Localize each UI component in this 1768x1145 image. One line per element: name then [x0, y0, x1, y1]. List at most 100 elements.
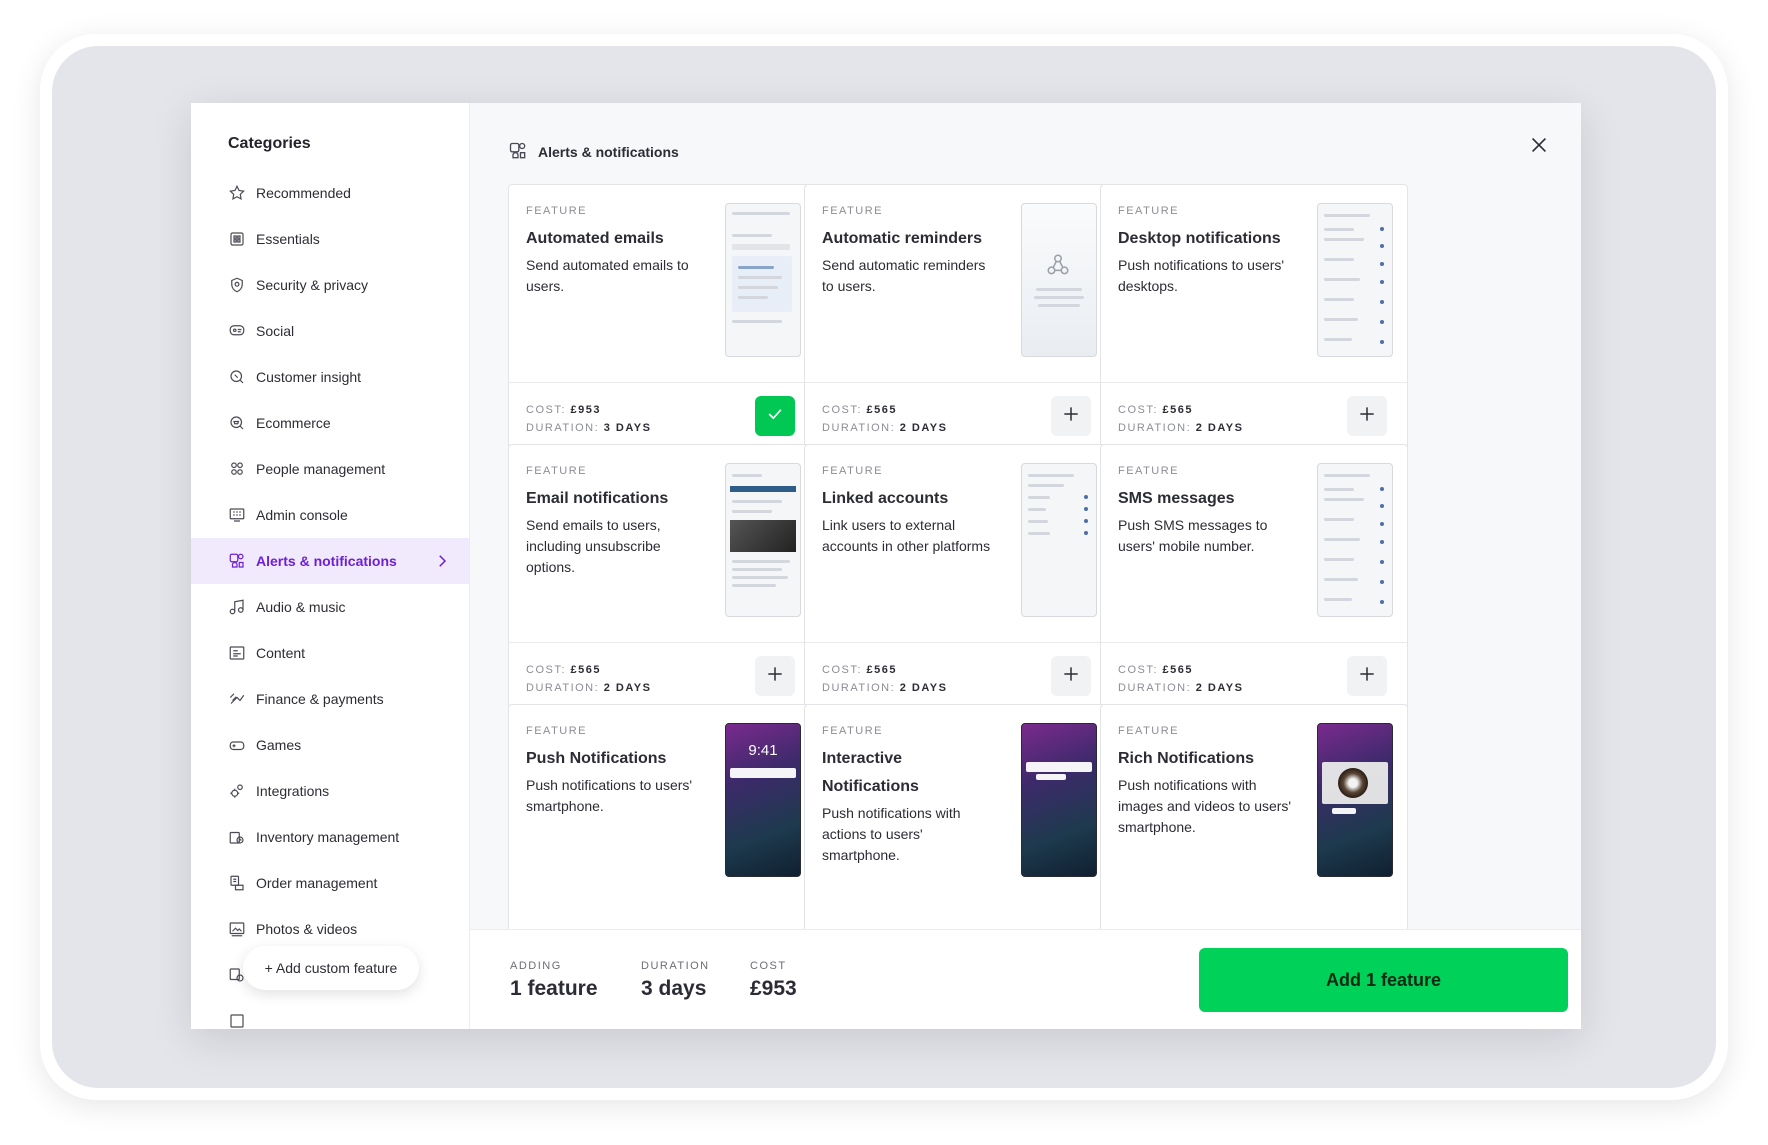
add-feature-button[interactable]: [1051, 396, 1091, 436]
card-title: Automated emails: [526, 230, 664, 247]
gamepad-icon: [227, 735, 247, 755]
sidebar-item-security-privacy[interactable]: Security & privacy: [191, 262, 469, 308]
card-type-label: FEATURE: [1118, 465, 1180, 477]
card-title: Rich Notifications: [1118, 750, 1255, 767]
plus-icon: [1357, 664, 1377, 689]
sidebar-item-order-management[interactable]: Order management: [191, 860, 469, 906]
feature-picker-modal: Categories Recommended Essentials Securi…: [191, 103, 1581, 1029]
sidebar-item-admin-console[interactable]: Admin console: [191, 492, 469, 538]
card-title: Desktop notifications: [1118, 230, 1281, 247]
phone-clock: 9:41: [748, 742, 778, 759]
plus-icon: [1061, 664, 1081, 689]
inventory-icon: [227, 827, 247, 847]
close-icon: [1528, 134, 1550, 161]
sidebar-item-alerts-notifications[interactable]: Alerts & notifications: [191, 538, 469, 584]
photo-icon: [227, 919, 247, 939]
star-icon: [227, 183, 247, 203]
total-cost: £953: [750, 977, 797, 1000]
card-title: Linked accounts: [822, 490, 949, 507]
card-cost: COST: £565: [822, 664, 897, 676]
sidebar-item-social[interactable]: Social: [191, 308, 469, 354]
selection-summary-footer: ADDING 1 feature DURATION 3 days COST £9…: [470, 929, 1581, 1029]
card-title: Email notifications: [526, 490, 669, 507]
card-type-label: FEATURE: [1118, 205, 1180, 217]
add-feature-button[interactable]: [755, 656, 795, 696]
card-type-label: FEATURE: [526, 465, 588, 477]
feature-card-desktop-notifications[interactable]: FEATURE Desktop notifications Push notif…: [1100, 184, 1408, 454]
adding-summary: ADDING 1 feature: [510, 960, 598, 1000]
sidebar-item-inventory-management[interactable]: Inventory management: [191, 814, 469, 860]
music-icon: [227, 597, 247, 617]
card-type-label: FEATURE: [526, 205, 588, 217]
sidebar-item-label: Customer insight: [256, 369, 362, 385]
sidebar-item-recommended[interactable]: Recommended: [191, 170, 469, 216]
project-icon: [227, 1011, 247, 1029]
sidebar-item-ecommerce[interactable]: Ecommerce: [191, 400, 469, 446]
card-cost: COST: £565: [1118, 404, 1193, 416]
sidebar-item-label: Games: [256, 737, 302, 753]
feature-card-sms-messages[interactable]: FEATURE SMS messages Push SMS messages t…: [1100, 444, 1408, 714]
sidebar-item-customer-insight[interactable]: Customer insight: [191, 354, 469, 400]
add-custom-feature-button[interactable]: + Add custom feature: [243, 946, 419, 990]
sidebar-item-label: Admin console: [256, 507, 348, 523]
sidebar-item-essentials[interactable]: Essentials: [191, 216, 469, 262]
chat-icon: [227, 321, 247, 341]
sidebar-item-label: Security & privacy: [256, 277, 369, 293]
card-duration: DURATION: 2 DAYS: [1118, 422, 1244, 434]
sidebar-item-integrations[interactable]: Integrations: [191, 768, 469, 814]
sidebar-item-label: Order management: [256, 875, 378, 891]
feature-card-interactive-notifications[interactable]: FEATURE Interactive Notifications Push n…: [804, 704, 1112, 929]
sidebar-item-label: Finance & payments: [256, 691, 384, 707]
feature-card-automated-emails[interactable]: FEATURE Automated emails Send automated …: [508, 184, 816, 454]
feature-preview-thumbnail: [1021, 463, 1097, 617]
sidebar-item-content[interactable]: Content: [191, 630, 469, 676]
order-icon: [227, 873, 247, 893]
sidebar-title: Categories: [228, 135, 311, 152]
feature-card-push-notifications[interactable]: FEATURE Push Notifications Push notifica…: [508, 704, 816, 929]
card-cost: COST: £565: [526, 664, 601, 676]
feature-preview-thumbnail: [1317, 203, 1393, 357]
added-toggle-button[interactable]: [755, 396, 795, 436]
add-feature-button[interactable]: [1347, 396, 1387, 436]
feature-card-linked-accounts[interactable]: FEATURE Linked accounts Link users to ex…: [804, 444, 1112, 714]
sidebar-item-finance-payments[interactable]: Finance & payments: [191, 676, 469, 722]
feature-preview-thumbnail: [1021, 203, 1097, 357]
sidebar-item-label: Alerts & notifications: [256, 553, 397, 569]
feature-grid: FEATURE Automated emails Send automated …: [508, 184, 1508, 929]
add-feature-button[interactable]: [1051, 656, 1091, 696]
sidebar-item-audio-music[interactable]: Audio & music: [191, 584, 469, 630]
sidebar-item-partial-2[interactable]: [191, 998, 469, 1029]
content-icon: [227, 643, 247, 663]
card-duration: DURATION: 3 DAYS: [526, 422, 652, 434]
feature-preview-thumbnail: [725, 463, 801, 617]
card-description: Send automated emails to users.: [526, 257, 689, 294]
phone-lockscreen-thumbnail: [1317, 723, 1393, 877]
feature-card-automatic-reminders[interactable]: FEATURE Automatic reminders Send automat…: [804, 184, 1112, 454]
card-type-label: FEATURE: [1118, 725, 1180, 737]
card-description: Push SMS messages to users' mobile numbe…: [1118, 517, 1268, 554]
adding-count: 1 feature: [510, 977, 598, 1000]
sidebar-item-games[interactable]: Games: [191, 722, 469, 768]
insight-icon: [227, 367, 247, 387]
add-feature-button[interactable]: [1347, 656, 1387, 696]
card-title: Interactive Notifications: [822, 750, 919, 795]
feature-card-email-notifications[interactable]: FEATURE Email notifications Send emails …: [508, 444, 816, 714]
breadcrumb: Alerts & notifications: [508, 141, 679, 163]
card-cost: COST: £565: [822, 404, 897, 416]
bell-icon: [227, 551, 247, 571]
sidebar-item-label: Recommended: [256, 185, 351, 201]
add-features-button[interactable]: Add 1 feature: [1199, 948, 1568, 1012]
feature-card-rich-notifications[interactable]: FEATURE Rich Notifications Push notifica…: [1100, 704, 1408, 929]
plus-icon: [1357, 404, 1377, 429]
card-duration: DURATION: 2 DAYS: [1118, 682, 1244, 694]
sidebar-item-people-management[interactable]: People management: [191, 446, 469, 492]
sidebar-item-label: Content: [256, 645, 306, 661]
card-duration: DURATION: 2 DAYS: [526, 682, 652, 694]
console-icon: [227, 505, 247, 525]
close-button[interactable]: [1523, 131, 1555, 163]
feature-preview-thumbnail: [725, 203, 801, 357]
card-type-label: FEATURE: [822, 205, 884, 217]
webhook-icon: [1045, 252, 1071, 283]
people-icon: [227, 459, 247, 479]
categories-sidebar: Categories Recommended Essentials Securi…: [191, 103, 470, 1029]
